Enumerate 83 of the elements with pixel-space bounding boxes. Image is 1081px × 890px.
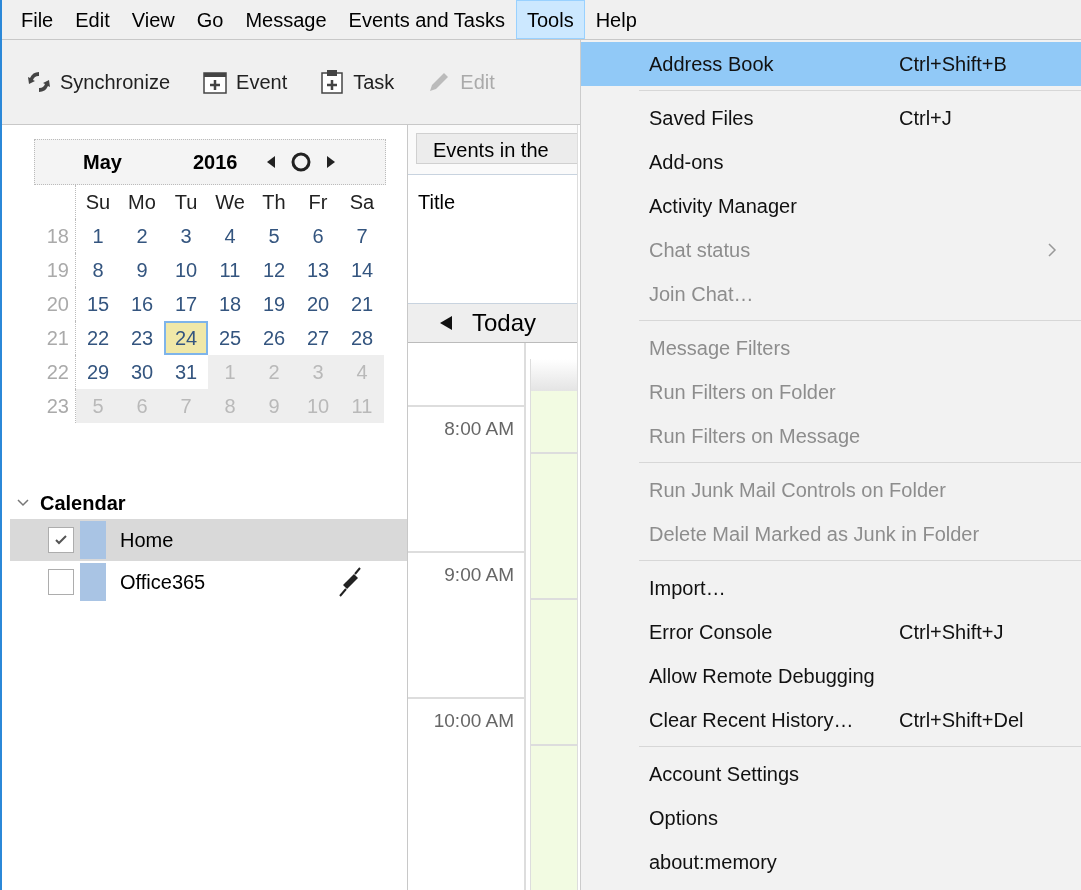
column-header[interactable]: Title (418, 187, 567, 218)
weekday-label: We (214, 190, 246, 215)
calendar-day[interactable]: 27 (296, 321, 340, 355)
calendar-day[interactable]: 11 (208, 253, 252, 287)
calendar-day[interactable]: 20 (296, 287, 340, 321)
menu-item[interactable]: Activity Manager (581, 184, 1081, 228)
week-number: 18 (34, 219, 76, 253)
calendar-add-icon (202, 69, 229, 95)
menu-bar-item[interactable]: File (10, 0, 65, 39)
calendar-day[interactable]: 18 (208, 287, 252, 321)
previous-day-icon[interactable] (438, 314, 454, 332)
time-label: 10:00 AM (408, 697, 524, 843)
menu-item[interactable]: Error Console Ctrl+Shift+J (581, 610, 1081, 654)
weekday-label: Th (261, 190, 287, 215)
weekday-label: Mo (127, 190, 157, 215)
calendar-day[interactable]: 6 (296, 219, 340, 253)
toolbar-button[interactable]: Task (319, 67, 395, 97)
week-number: 21 (34, 321, 76, 355)
time-label: 9:00 AM (408, 551, 524, 697)
menu-item[interactable]: Add-ons (581, 140, 1081, 184)
calendar-day[interactable]: 21 (340, 287, 384, 321)
weekday-label: Tu (173, 190, 199, 215)
calendar-day[interactable]: 7 (340, 219, 384, 253)
menu-item[interactable]: about:memory (581, 840, 1081, 884)
menu-item[interactable]: Options (581, 796, 1081, 840)
events-filter-dropdown[interactable]: Events in the (416, 133, 577, 165)
month-label: May (83, 150, 123, 175)
calendar-day[interactable]: 29 (76, 355, 120, 389)
weekday-label: Sa (348, 190, 376, 215)
calendar-day[interactable]: 19 (252, 287, 296, 321)
calendar-day[interactable]: 4 (208, 219, 252, 253)
calendar-day[interactable]: 16 (120, 287, 164, 321)
time-label: 8:00 AM (408, 405, 524, 551)
calendar-name: Office365 (120, 570, 207, 595)
checkbox[interactable] (48, 527, 74, 553)
menu-bar-item[interactable]: Tools (515, 0, 585, 39)
weekday-label: Su (84, 190, 112, 215)
menu-item[interactable]: Allow Remote Debugging (581, 654, 1081, 698)
calendar-day[interactable]: 30 (120, 355, 164, 389)
calendar-day[interactable]: 17 (164, 287, 208, 321)
week-number: 20 (34, 287, 76, 321)
sync-icon (26, 69, 52, 95)
calendar-day[interactable]: 2 (120, 219, 164, 253)
calendar-name: Home (120, 528, 175, 553)
calendar-day[interactable]: 28 (340, 321, 384, 355)
calendar-day[interactable]: 22 (76, 321, 120, 355)
task-add-icon (319, 69, 346, 95)
calendar-day[interactable]: 5 (252, 219, 296, 253)
calendar-day[interactable]: 26 (252, 321, 296, 355)
toolbar-button[interactable]: Event (202, 67, 288, 97)
calendar-day[interactable]: 24 (164, 321, 208, 355)
menu-item[interactable]: Clear Recent History… Ctrl+Shift+Del (581, 698, 1081, 742)
menu-item[interactable]: Saved Files Ctrl+J (581, 96, 1081, 140)
menu-bar-item[interactable]: Edit (64, 0, 121, 39)
menu-bar-item[interactable]: View (120, 0, 186, 39)
calendar-day[interactable]: 23 (120, 321, 164, 355)
calendar-day[interactable]: 10 (164, 253, 208, 287)
calendar-day[interactable]: 31 (164, 355, 208, 389)
checkbox[interactable] (48, 569, 74, 595)
calendar-day[interactable]: 9 (120, 253, 164, 287)
menu-item[interactable]: Address Book Ctrl+Shift+B (581, 42, 1081, 86)
calendar-row[interactable]: Office365 (10, 561, 407, 603)
menu-item[interactable]: Account Settings (581, 752, 1081, 796)
calendar-day[interactable]: 3 (164, 219, 208, 253)
menu-bar-item[interactable]: Help (584, 0, 648, 39)
menu-bar-item[interactable]: Go (185, 0, 235, 39)
calendar-day[interactable]: 14 (340, 253, 384, 287)
calendar-day[interactable]: 15 (76, 287, 120, 321)
week-number: 22 (34, 355, 76, 389)
menu-item[interactable]: Import… (581, 566, 1081, 610)
calendar-day[interactable]: 25 (208, 321, 252, 355)
calendar-day[interactable]: 1 (76, 219, 120, 253)
year-label: 2016 (193, 150, 238, 175)
week-number: 19 (34, 253, 76, 287)
calendar-day[interactable]: 8 (76, 253, 120, 287)
weekday-label: Fr (307, 190, 329, 215)
calendar-day[interactable]: 12 (252, 253, 296, 287)
toolbar-button[interactable]: Synchronize (26, 67, 171, 97)
menu-bar-item[interactable]: Message (234, 0, 338, 39)
calendar-heading: Calendar (40, 491, 126, 516)
calendar-day[interactable]: 13 (296, 253, 340, 287)
menu-bar-item[interactable]: Events and Tasks (337, 0, 516, 39)
calendar-row[interactable]: Home (10, 519, 407, 561)
